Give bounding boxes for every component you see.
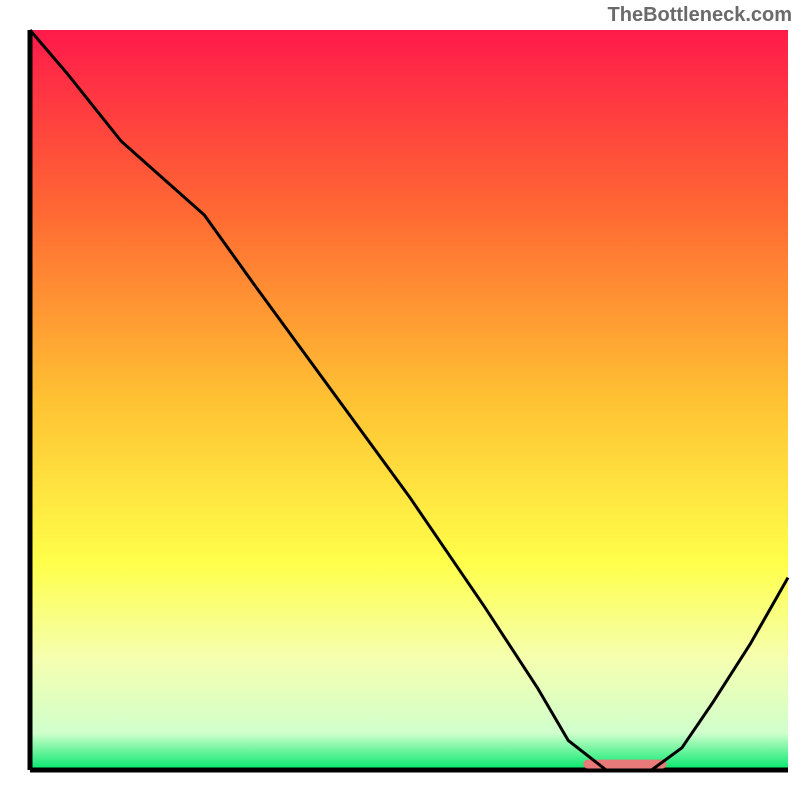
chart-gradient-bg [30, 30, 788, 770]
watermark-text: TheBottleneck.com [608, 4, 792, 27]
bottleneck-chart [0, 0, 800, 800]
chart-container: TheBottleneck.com [0, 0, 800, 800]
